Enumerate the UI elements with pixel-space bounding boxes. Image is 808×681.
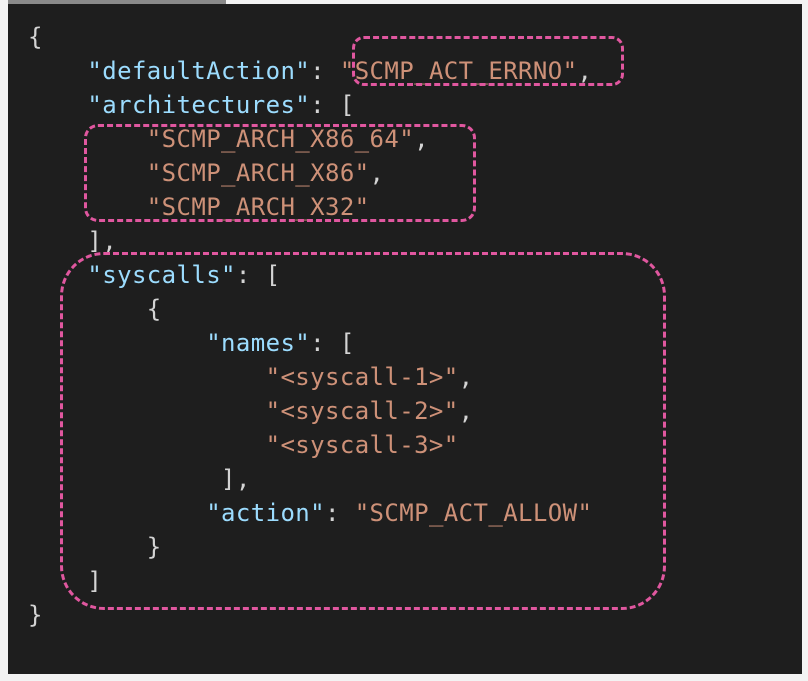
default-action-value: "SCMP_ACT_ERRNO" bbox=[339, 57, 578, 85]
syscalls-close: ] bbox=[87, 567, 103, 595]
code-line-13: "<syscall-3>" bbox=[28, 428, 592, 462]
code-line-12: "<syscall-2>", bbox=[265, 397, 474, 425]
architecture-item: "SCMP_ARCH_X32" bbox=[146, 193, 370, 221]
code-line-3: "architectures": [ bbox=[87, 91, 355, 119]
syscall-name-item: "<syscall-1>" bbox=[265, 363, 459, 391]
code-line-14: ], bbox=[28, 462, 592, 496]
seccomp-profile-json: { "defaultAction": "SCMP_ACT_ERRNO", "ar… bbox=[28, 20, 592, 632]
code-line-8: "syscalls": [ bbox=[87, 261, 281, 289]
code-line-11: "<syscall-1>", bbox=[265, 363, 474, 391]
code-editor[interactable]: { "defaultAction": "SCMP_ACT_ERRNO", "ar… bbox=[8, 4, 802, 674]
code-line-16: } bbox=[28, 530, 592, 564]
architecture-item: "SCMP_ARCH_X86" bbox=[146, 159, 370, 187]
code-line-2: "defaultAction": "SCMP_ACT_ERRNO", bbox=[87, 57, 593, 85]
open-brace: { bbox=[28, 23, 43, 51]
code-line-15: "action": "SCMP_ACT_ALLOW" bbox=[206, 499, 593, 527]
syscall-object-open: { bbox=[146, 295, 162, 323]
code-line-17: ] bbox=[28, 564, 592, 598]
architecture-item: "SCMP_ARCH_X86_64" bbox=[146, 125, 415, 153]
syscall-name-item: "<syscall-2>" bbox=[265, 397, 459, 425]
close-brace: } bbox=[28, 601, 43, 629]
architectures-close: ], bbox=[87, 227, 118, 255]
code-line-6: "SCMP_ARCH_X32" bbox=[28, 190, 592, 224]
names-key: "names" bbox=[206, 329, 311, 357]
code-line-4: "SCMP_ARCH_X86_64", bbox=[146, 125, 429, 153]
syscall-name-item: "<syscall-3>" bbox=[265, 431, 459, 459]
code-line-10: "names": [ bbox=[206, 329, 355, 357]
code-line-7: ], bbox=[28, 224, 592, 258]
code-line-9: { bbox=[28, 292, 592, 326]
names-close: ], bbox=[221, 465, 251, 493]
action-value: "SCMP_ACT_ALLOW" bbox=[354, 499, 593, 527]
code-line-1: { bbox=[28, 20, 592, 54]
syscalls-key: "syscalls" bbox=[87, 261, 236, 289]
architectures-key: "architectures" bbox=[87, 91, 311, 119]
default-action-key: "defaultAction" bbox=[87, 57, 311, 85]
action-key: "action" bbox=[206, 499, 325, 527]
syscall-object-close: } bbox=[146, 533, 162, 561]
code-line-5: "SCMP_ARCH_X86", bbox=[146, 159, 385, 187]
code-line-18: } bbox=[28, 598, 592, 632]
